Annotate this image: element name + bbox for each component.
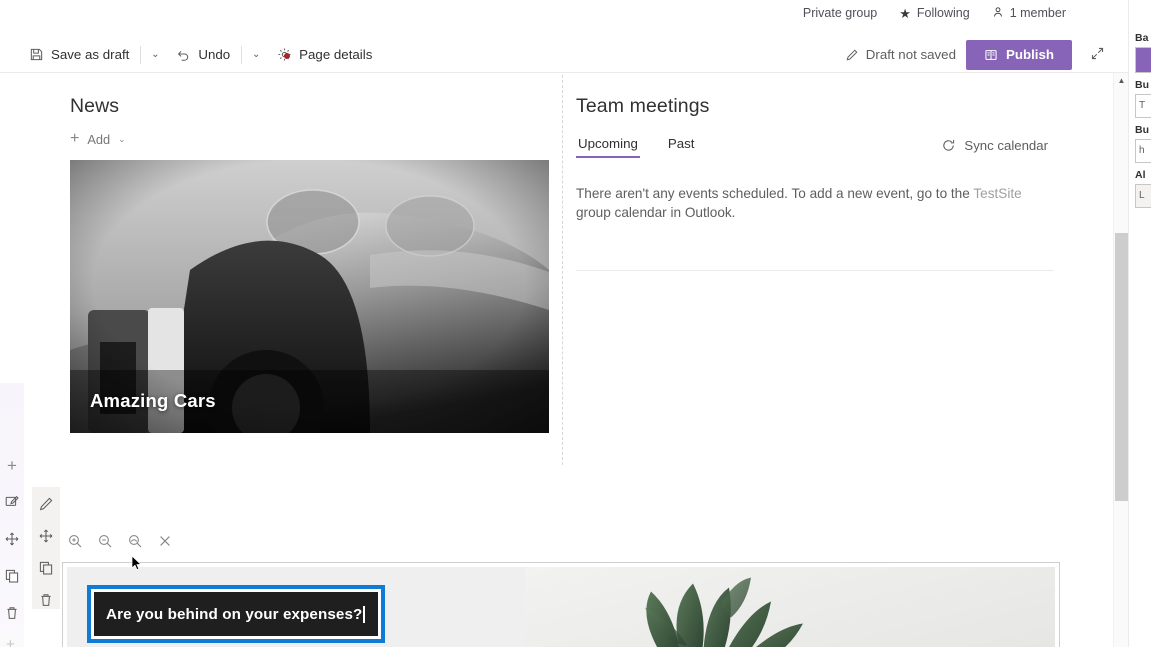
align-input[interactable]: L: [1135, 184, 1151, 208]
trash-icon[interactable]: [2, 603, 22, 623]
duplicate-icon[interactable]: [36, 559, 56, 577]
panel-group-button2: Bu h: [1129, 118, 1151, 163]
news-book-icon: [984, 48, 998, 62]
panel-label-align: Al: [1135, 169, 1146, 181]
edit-webpart-icon[interactable]: [2, 492, 22, 512]
undo-label: Undo: [198, 47, 231, 62]
empty-text-after: group calendar in Outlook.: [576, 205, 736, 220]
sync-calendar-button[interactable]: Sync calendar: [941, 138, 1048, 153]
sharepoint-page-editor: Private group ★ Following 1 member Save …: [0, 0, 1151, 647]
background-color-swatch[interactable]: [1135, 47, 1151, 73]
chevron-up-icon[interactable]: ▲: [1114, 73, 1129, 88]
save-icon: [29, 47, 44, 62]
chevron-down-icon: ⌄: [118, 133, 126, 144]
plus-icon: +: [70, 130, 80, 147]
publish-button[interactable]: Publish: [965, 39, 1072, 70]
news-title: News: [70, 95, 120, 117]
following-button[interactable]: ★ Following: [899, 6, 969, 20]
events-divider: [576, 270, 1054, 271]
panel-label-background: Ba: [1135, 32, 1149, 44]
hero-webpart[interactable]: Are you behind on your expenses? Button: [62, 562, 1060, 647]
page-details-label: Page details: [299, 47, 373, 62]
add-section-bottom-icon[interactable]: +: [6, 636, 15, 647]
section-toolbar-outer: +: [0, 383, 24, 647]
divider: [140, 45, 142, 64]
command-bar-right: Draft not saved Publish: [845, 39, 1128, 70]
command-bar: Save as draft ⌄ Undo ⌄ Page details Draf…: [0, 37, 1128, 73]
events-title: Team meetings: [576, 95, 710, 117]
expand-diagonal-icon: [1090, 46, 1105, 64]
zoom-in-icon[interactable]: [62, 528, 88, 554]
news-card[interactable]: Amazing Cars: [70, 160, 549, 433]
hero-text-selection[interactable]: Are you behind on your expenses?: [87, 585, 385, 643]
panel-label-button1: Bu: [1135, 79, 1149, 91]
zoom-fit-icon[interactable]: [122, 528, 148, 554]
save-as-draft-label: Save as draft: [51, 47, 130, 62]
events-tabs: Upcoming Past Sync calendar: [576, 132, 1048, 158]
button1-input[interactable]: T: [1135, 94, 1151, 118]
hero-text-box[interactable]: Are you behind on your expenses?: [94, 592, 378, 636]
page-details-button[interactable]: Page details: [268, 40, 381, 70]
draft-status-label: Draft not saved: [865, 47, 956, 62]
column-divider: [562, 75, 563, 465]
draft-status: Draft not saved: [845, 47, 956, 62]
add-webpart-button[interactable]: +: [2, 455, 22, 475]
tab-past[interactable]: Past: [666, 132, 697, 158]
events-webpart[interactable]: Team meetings Upcoming Past Sync calenda…: [562, 73, 1110, 466]
pencil-icon: [845, 48, 859, 62]
undo-options-chevron[interactable]: ⌄: [244, 40, 268, 70]
site-meta-bar: Private group ★ Following 1 member: [0, 0, 1128, 26]
button2-input[interactable]: h: [1135, 139, 1151, 163]
chevron-down-icon: ⌄: [151, 49, 160, 60]
chevron-down-icon: ⌄: [251, 49, 261, 60]
duplicate-icon[interactable]: [2, 566, 22, 586]
star-icon: ★: [899, 5, 911, 21]
section-bottom: Are you behind on your expenses? Button: [0, 466, 1110, 647]
privacy-label: Private group: [802, 6, 878, 20]
panel-group-background: Ba: [1129, 26, 1151, 73]
divider: [241, 45, 243, 64]
hero-headline: Are you behind on your expenses?: [106, 605, 363, 623]
news-add-label: Add: [87, 131, 111, 147]
move-icon[interactable]: [2, 529, 22, 549]
panel-group-button1: Bu T: [1129, 73, 1151, 118]
text-caret: [363, 605, 365, 623]
hero-inner: Are you behind on your expenses? Button: [67, 567, 1055, 647]
undo-button[interactable]: Undo: [167, 40, 239, 70]
events-empty-message: There aren't any events scheduled. To ad…: [576, 184, 1048, 222]
zoom-out-icon[interactable]: [92, 528, 118, 554]
tab-upcoming[interactable]: Upcoming: [576, 132, 640, 158]
move-icon[interactable]: [36, 527, 56, 545]
refresh-icon: [941, 138, 956, 153]
empty-text-before: There aren't any events scheduled. To ad…: [576, 186, 974, 201]
panel-group-align: Al L: [1129, 163, 1151, 208]
expand-button[interactable]: [1082, 40, 1112, 70]
properties-panel: Ba Bu T Bu h Al L: [1128, 0, 1151, 647]
page-canvas: News + Add ⌄ Amazing Cars Team meetings …: [0, 73, 1110, 647]
undo-icon: [176, 47, 191, 62]
sync-calendar-label: Sync calendar: [964, 137, 1048, 153]
canvas-scrollbar[interactable]: ▲: [1113, 73, 1128, 647]
scrollbar-thumb[interactable]: [1115, 233, 1128, 501]
news-webpart[interactable]: News + Add ⌄ Amazing Cars: [0, 73, 562, 466]
image-zoom-toolbar: [62, 528, 178, 554]
news-card-caption: Amazing Cars: [90, 390, 216, 411]
save-options-chevron[interactable]: ⌄: [143, 40, 167, 70]
site-link[interactable]: TestSite: [973, 186, 1021, 201]
command-bar-left: Save as draft ⌄ Undo ⌄ Page details: [0, 40, 381, 70]
panel-label-button2: Bu: [1135, 124, 1149, 136]
hero-image-succulent: [525, 567, 1055, 647]
section-top: News + Add ⌄ Amazing Cars Team meetings …: [0, 73, 1110, 466]
pencil-icon[interactable]: [36, 495, 56, 513]
news-add-button[interactable]: + Add ⌄: [70, 131, 126, 147]
save-as-draft-button[interactable]: Save as draft: [20, 40, 138, 70]
close-icon[interactable]: [152, 528, 178, 554]
people-icon: [992, 6, 1004, 20]
trash-icon[interactable]: [36, 591, 56, 609]
page-details-icon-wrap: [277, 47, 292, 62]
webpart-toolbar-inner: [32, 487, 60, 609]
publish-label: Publish: [1005, 47, 1054, 62]
mouse-cursor: [131, 555, 142, 571]
members-button[interactable]: 1 member: [992, 6, 1066, 20]
